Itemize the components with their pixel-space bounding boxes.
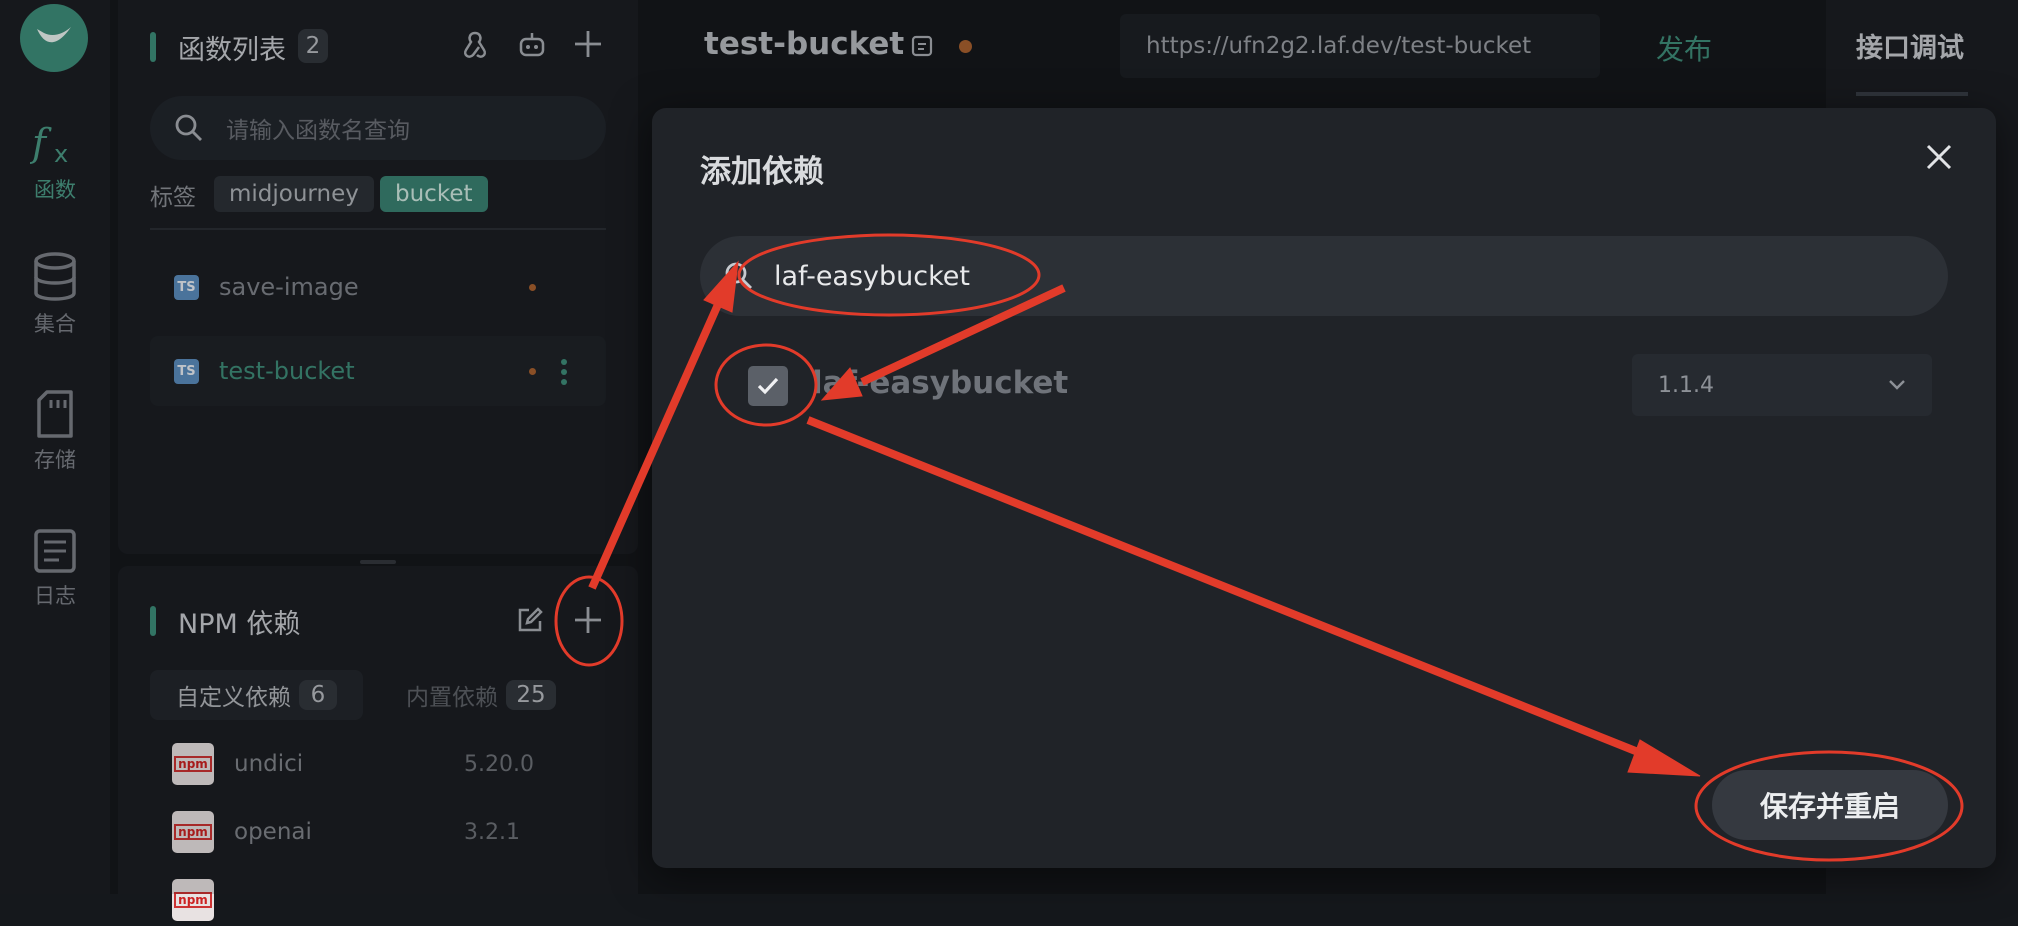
add-dependency-modal (652, 108, 1996, 868)
package-search-input[interactable]: laf-easybucket (700, 236, 1948, 316)
close-icon[interactable] (1924, 142, 1954, 176)
version-select[interactable]: 1.1.4 (1632, 354, 1932, 416)
search-value: laf-easybucket (774, 260, 970, 292)
package-result-name: laf-easybucket (812, 365, 1069, 401)
modal-title: 添加依赖 (700, 154, 824, 190)
search-icon (725, 262, 752, 289)
package-checkbox[interactable] (748, 366, 788, 406)
save-and-restart-button[interactable]: 保存并重启 (1712, 770, 1948, 840)
chevron-down-icon (1889, 380, 1905, 390)
version-value: 1.1.4 (1658, 372, 1714, 398)
check-icon (757, 377, 779, 395)
